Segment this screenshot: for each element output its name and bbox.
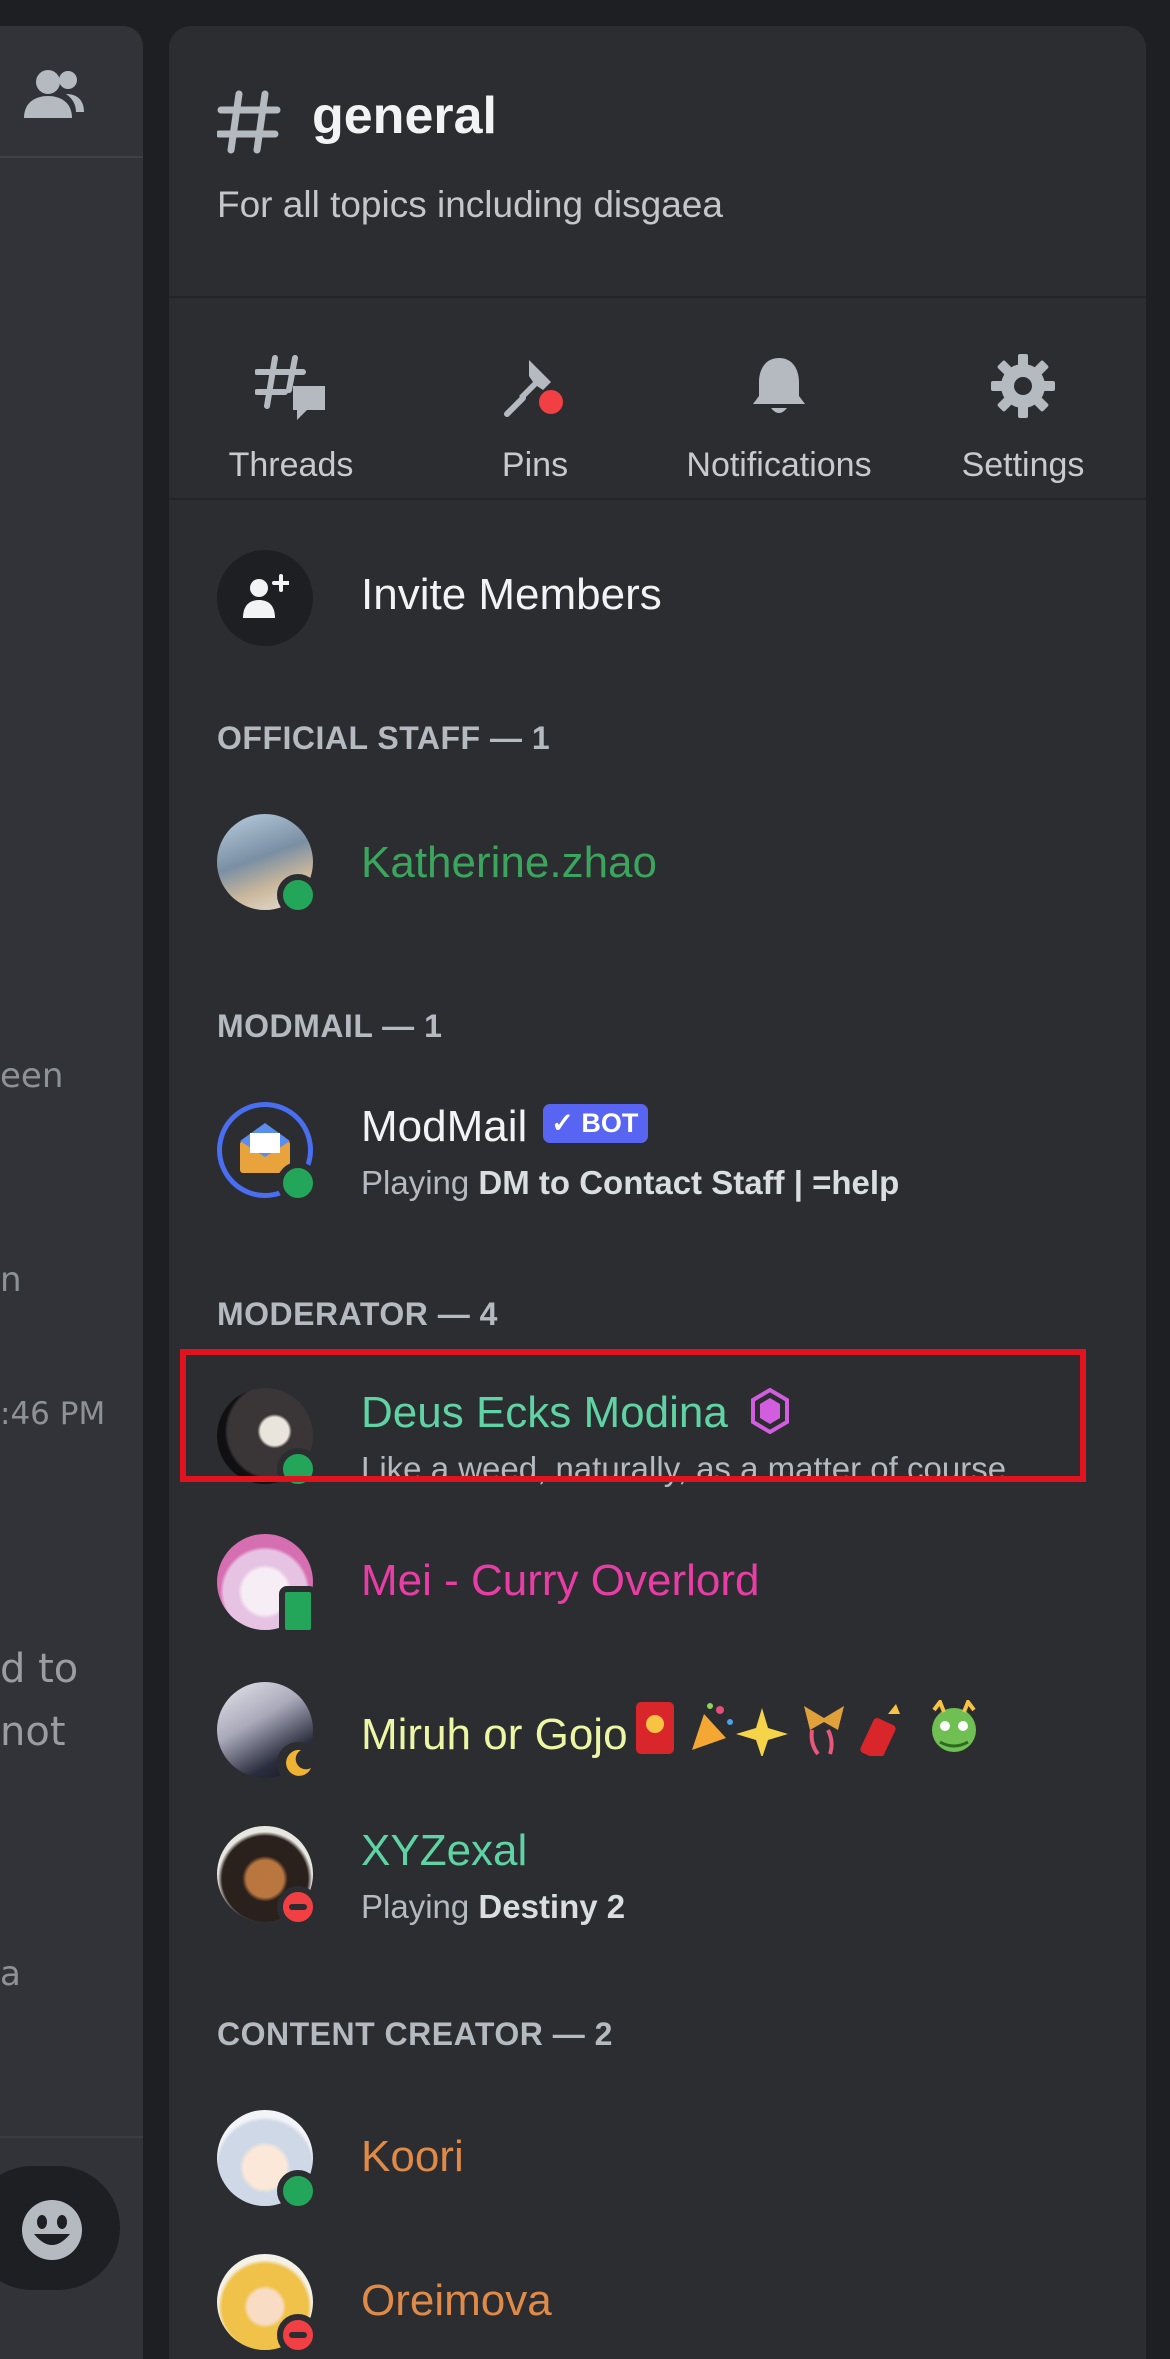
member-name-row: Deus Ecks Modina <box>361 1388 790 1438</box>
section-header: OFFICIAL STAFF — 1 <box>217 720 551 756</box>
settings-button[interactable]: Settings <box>901 298 1145 498</box>
settings-label: Settings <box>961 446 1085 484</box>
member-custom-status: Like a weed, naturally, as a matter of c… <box>361 1450 1016 1487</box>
pins-label: Pins <box>501 446 569 484</box>
invite-icon-circle <box>217 550 313 646</box>
gear-icon <box>991 354 1055 418</box>
channel-topic: For all topics including disgaea <box>217 184 723 225</box>
activity-prefix: Playing <box>361 1888 479 1925</box>
channel-name: general <box>312 87 497 145</box>
dnd-icon <box>289 1904 307 1910</box>
celebration-emojis-icon <box>635 1697 976 1760</box>
pin-icon <box>504 360 563 417</box>
bot-badge: ✓ BOT <box>543 1103 649 1143</box>
threads-icon <box>255 355 325 420</box>
smiley-icon <box>22 2200 82 2260</box>
member-item-miruh[interactable]: Miruh or Gojo <box>217 1682 1117 1792</box>
status-dnd-icon <box>277 1886 319 1928</box>
moon-icon <box>286 1749 311 1776</box>
pins-button[interactable]: Pins <box>413 298 657 498</box>
hash-icon <box>217 90 281 154</box>
member-item-koori[interactable]: Koori <box>217 2110 1117 2220</box>
section-header: MODERATOR — 4 <box>217 1296 498 1332</box>
status-idle-icon <box>277 1742 319 1784</box>
channel-header: general For all topics including disgaea <box>169 26 1146 298</box>
chat-panel-background: een n :46 PM d to not a <box>0 26 143 2359</box>
chat-timestamp-fragment: :46 PM <box>0 1396 106 1432</box>
member-name-row: ModMail ✓ BOT <box>361 1102 649 1152</box>
status-online-icon <box>277 2170 319 2212</box>
member-name: Oreimova <box>361 2276 552 2325</box>
members-icon <box>24 70 84 118</box>
member-name: Mei - Curry Overlord <box>361 1556 760 1605</box>
member-name: Katherine.zhao <box>361 838 657 887</box>
status-dnd-icon <box>277 2314 319 2356</box>
section-header: CONTENT CREATOR — 2 <box>217 2016 613 2052</box>
member-activity: Playing Destiny 2 <box>361 1888 625 1926</box>
member-name: XYZexal <box>361 1826 528 1875</box>
chat-text-fragment: a <box>0 1954 21 1994</box>
member-item-mei[interactable]: Mei - Curry Overlord <box>217 1534 1117 1644</box>
member-item-deus-ecks-modina[interactable]: Deus Ecks Modina Like a weed, naturally,… <box>217 1388 1117 1498</box>
member-name: Deus Ecks Modina <box>361 1388 728 1437</box>
divider <box>0 2136 143 2138</box>
status-online-icon <box>277 874 319 916</box>
invite-members-button[interactable]: Invite Members <box>217 550 1117 646</box>
emoji-strip <box>634 1697 1004 1767</box>
member-item-modmail[interactable]: ModMail ✓ BOT Playing DM to Contact Staff… <box>217 1102 1117 1212</box>
invite-members-label: Invite Members <box>361 570 662 619</box>
threads-button[interactable]: Threads <box>169 298 413 498</box>
member-item-katherine[interactable]: Katherine.zhao <box>217 814 1117 924</box>
chat-text-fragment: not <box>0 1709 66 1755</box>
notifications-label: Notifications <box>686 446 872 484</box>
member-item-xyzexal[interactable]: XYZexal Playing Destiny 2 <box>217 1826 1117 1936</box>
status-online-icon <box>277 1162 319 1204</box>
activity-name: Destiny 2 <box>478 1888 626 1925</box>
dnd-icon <box>289 2332 307 2338</box>
add-user-icon <box>243 574 289 618</box>
member-name: ModMail <box>361 1102 528 1151</box>
chat-text-fragment: d to <box>0 1646 79 1692</box>
activity-prefix: Playing <box>361 1164 479 1201</box>
members-toggle-button[interactable] <box>18 66 90 126</box>
member-name: Koori <box>361 2132 464 2181</box>
emoji-button[interactable] <box>0 2166 120 2290</box>
member-name-row: Miruh or Gojo <box>361 1697 1004 1771</box>
mobile-status-icon <box>279 1586 317 1636</box>
section-header: MODMAIL — 1 <box>217 1008 443 1044</box>
status-online-icon <box>277 1448 319 1490</box>
member-activity: Playing DM to Contact Staff | =help <box>361 1164 899 1202</box>
chat-text-fragment: n <box>0 1260 22 1300</box>
notifications-button[interactable]: Notifications <box>657 298 901 498</box>
member-item-oreimova[interactable]: Oreimova <box>217 2254 1117 2359</box>
channel-info-drawer: general For all topics including disgaea… <box>169 26 1146 2359</box>
activity-name: DM to Contact Staff | =help <box>478 1164 900 1201</box>
threads-label: Threads <box>228 446 354 484</box>
member-name: Miruh or Gojo <box>361 1710 628 1760</box>
chat-header <box>0 26 143 158</box>
bell-icon <box>753 358 805 413</box>
nitro-boost-icon <box>751 1388 790 1435</box>
chat-text-fragment: een <box>0 1056 64 1096</box>
channel-actions-bar: Threads Pins Notifications Settings <box>169 298 1146 500</box>
